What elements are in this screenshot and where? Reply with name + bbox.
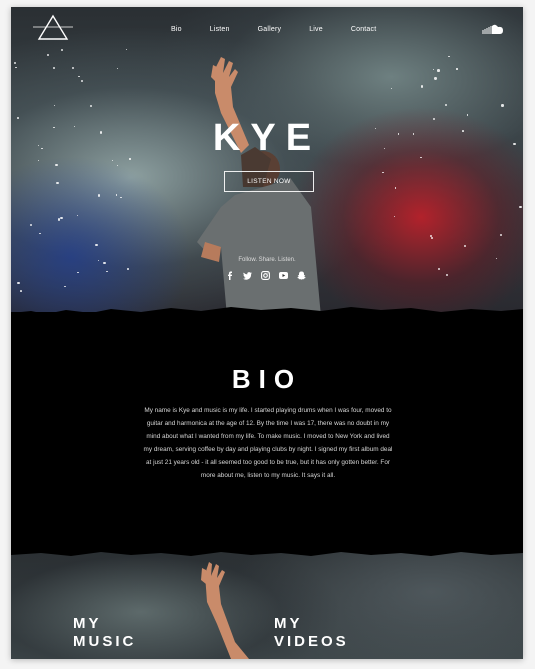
star-dot — [89, 105, 93, 108]
star-dot — [95, 243, 98, 247]
star-dot — [116, 67, 118, 69]
bio-paragraph: My name is Kye and music is my life. I s… — [139, 405, 397, 482]
bio-line: my dream, serving coffee by day and play… — [143, 445, 393, 453]
star-dot — [519, 205, 522, 209]
star-dot — [444, 104, 447, 107]
star-dot — [394, 216, 396, 218]
media-section: MY MUSIC MY VIDEOS — [11, 552, 523, 659]
bio-line: more about me, listen to my music. It sa… — [200, 471, 336, 479]
artist-title: KYE — [212, 117, 322, 159]
star-dot — [60, 217, 63, 220]
star-dot — [39, 232, 41, 234]
my-videos-line2: VIDEOS — [274, 633, 349, 650]
star-dot — [500, 233, 503, 236]
bio-line: My name is Kye and music is my life. I s… — [144, 407, 392, 414]
soundcloud-icon[interactable] — [481, 23, 505, 35]
main-nav: Bio Listen Gallery Live Contact — [171, 26, 404, 33]
star-dot — [382, 171, 384, 173]
star-dot — [77, 272, 79, 274]
bio-line: guitar and harmonica at the age of 12. B… — [146, 419, 390, 427]
triangle-logo-icon[interactable] — [33, 13, 73, 43]
star-dot — [391, 88, 393, 90]
star-dot — [14, 62, 17, 65]
instagram-icon[interactable] — [261, 271, 270, 280]
star-dot — [466, 113, 469, 116]
star-dot — [53, 66, 56, 70]
star-dot — [431, 236, 434, 239]
my-videos-link[interactable]: MY VIDEOS — [274, 615, 349, 651]
nav-listen[interactable]: Listen — [210, 26, 230, 33]
follow-text: Follow. Share. Listen. — [238, 257, 296, 263]
social-links — [225, 271, 306, 280]
website-frame: Bio Listen Gallery Live Contact KYE LIST… — [11, 7, 523, 659]
bio-line: at just 21 years old - it all seemed too… — [145, 458, 391, 466]
my-music-line2: MUSIC — [73, 633, 137, 650]
nav-live[interactable]: Live — [309, 26, 323, 33]
performer-hand-image — [201, 562, 249, 659]
star-dot — [434, 77, 437, 80]
star-dot — [64, 285, 66, 288]
hero-section: Bio Listen Gallery Live Contact KYE LIST… — [11, 7, 523, 317]
listen-now-button[interactable]: LISTEN NOW — [224, 171, 314, 192]
nav-bio[interactable]: Bio — [171, 26, 182, 33]
star-dot — [117, 164, 119, 167]
star-dot — [501, 104, 504, 107]
star-dot — [15, 67, 17, 69]
star-dot — [29, 223, 32, 226]
bio-line: mind about what I wanted from my life. T… — [146, 432, 390, 440]
star-dot — [456, 68, 458, 70]
star-dot — [71, 66, 75, 70]
star-dot — [445, 273, 448, 276]
star-dot — [78, 75, 80, 78]
facebook-icon[interactable] — [225, 271, 234, 280]
star-dot — [448, 55, 450, 58]
my-music-line1: MY — [73, 615, 102, 632]
my-music-link[interactable]: MY MUSIC — [73, 615, 136, 651]
star-dot — [432, 68, 435, 70]
my-videos-line1: MY — [274, 615, 303, 632]
nav-gallery[interactable]: Gallery — [258, 26, 282, 33]
star-dot — [127, 268, 129, 271]
star-dot — [119, 196, 122, 199]
star-dot — [437, 69, 440, 72]
brush-divider-bottom — [11, 543, 523, 556]
star-dot — [125, 48, 128, 51]
snapchat-icon[interactable] — [297, 271, 306, 280]
star-dot — [97, 194, 101, 197]
star-dot — [47, 54, 50, 57]
star-dot — [106, 271, 108, 273]
star-dot — [20, 290, 22, 293]
twitter-icon[interactable] — [243, 271, 252, 280]
star-dot — [81, 79, 84, 83]
star-dot — [60, 49, 63, 52]
star-dot — [77, 214, 79, 217]
star-dot — [463, 244, 466, 247]
star-dot — [394, 187, 397, 189]
brush-divider-top — [11, 307, 523, 321]
bio-heading: BIO — [231, 364, 303, 394]
star-dot — [429, 234, 432, 237]
nav-contact[interactable]: Contact — [351, 26, 377, 33]
star-dot — [420, 85, 423, 88]
star-dot — [437, 267, 440, 270]
star-dot — [115, 193, 118, 196]
youtube-icon[interactable] — [279, 271, 288, 280]
star-dot — [17, 281, 20, 285]
star-dot — [53, 104, 56, 107]
star-dot — [55, 163, 58, 167]
star-dot — [56, 181, 59, 185]
